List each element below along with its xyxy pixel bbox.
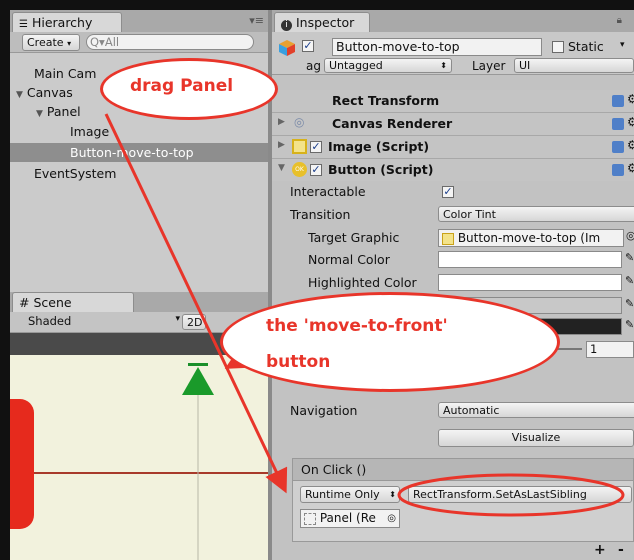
- move-to-front-callout-line2: button: [266, 352, 331, 372]
- move-to-front-callout: [220, 292, 560, 392]
- drag-panel-callout-text: drag Panel: [130, 76, 234, 96]
- unity-editor-window: ☰ Hierarchy ▾≡ Create ▾ Q▾All Main Cam ▼…: [10, 10, 634, 560]
- move-to-front-callout-line1: the 'move-to-front': [266, 316, 448, 336]
